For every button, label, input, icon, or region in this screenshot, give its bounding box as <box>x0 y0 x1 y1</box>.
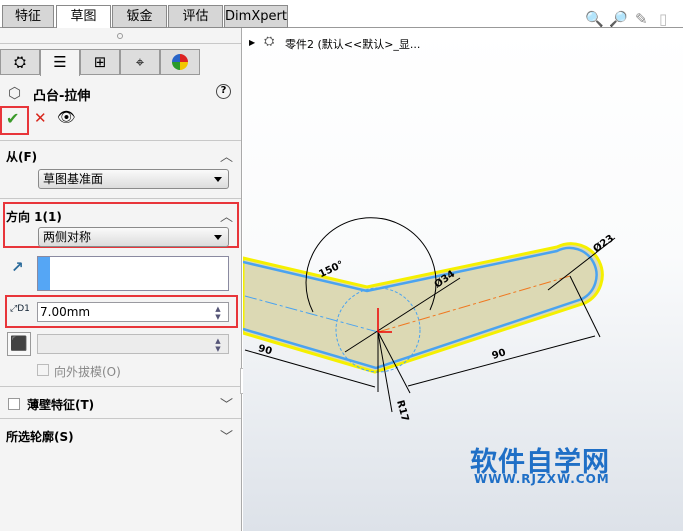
list-icon: ☰ <box>53 53 67 71</box>
collapse-from-chevron-icon[interactable]: ︿ <box>220 146 233 165</box>
tab-feature-manager[interactable]: ⛭ <box>0 49 40 75</box>
crosshair-icon: ⌖ <box>135 53 145 71</box>
previous-view-icon[interactable]: ✎ <box>635 10 648 28</box>
expand-selected-contours-chevron-icon[interactable]: ﹀ <box>220 426 233 445</box>
ok-button[interactable]: ✔ <box>6 109 19 128</box>
model-drawing: 150° Ø34 Ø23 90 90 R17 <box>243 217 616 423</box>
part-icon: ⛭ <box>13 53 26 71</box>
section-view-icon[interactable]: ▯ <box>659 10 667 28</box>
preview-eye-icon[interactable]: 👁 <box>57 108 76 126</box>
watermark-url: WWW.RJZXW.COM <box>474 472 610 486</box>
diameter-end-dimension: Ø23 <box>591 232 616 255</box>
from-select[interactable]: 草图基准面 <box>38 169 229 189</box>
tab-sketch[interactable]: 草图 <box>56 5 111 29</box>
property-manager: ⛭ ☰ ⊞ ⌖ ⬡ 凸台-拉伸 ? ✔ ✕ 👁 从(F) ︿ 草图基准面 方向 … <box>0 28 246 531</box>
color-wheel-icon <box>172 54 188 70</box>
selection-color-bar <box>38 257 50 290</box>
zoom-to-fit-icon[interactable]: 🔍 <box>585 10 604 28</box>
cancel-button[interactable]: ✕ <box>34 109 47 127</box>
thin-feature-checkbox[interactable] <box>8 398 20 410</box>
tab-dimxpert-manager[interactable]: ⌖ <box>120 49 160 75</box>
depth-spinner[interactable]: ▲ ▼ <box>210 305 226 321</box>
tab-dimxpert[interactable]: DimXpert <box>224 5 288 28</box>
zoom-to-area-icon[interactable]: 🔎 <box>609 10 628 28</box>
collapse-direction1-chevron-icon[interactable]: ︿ <box>220 206 233 225</box>
tree-icon: ⊞ <box>93 53 107 71</box>
from-section-label: 从(F) <box>6 150 38 164</box>
expand-thin-feature-chevron-icon[interactable]: ﹀ <box>220 394 233 413</box>
radius-dimension: R17 <box>394 399 410 423</box>
depth-value: 7.00mm <box>40 305 91 319</box>
tab-features[interactable]: 特征 <box>2 5 54 28</box>
dropdown-arrow-icon <box>214 235 222 240</box>
splitter-handle[interactable] <box>117 33 123 39</box>
tab-display-manager[interactable] <box>160 49 200 75</box>
direction1-label: 方向 1(1) <box>6 210 62 224</box>
draft-angle-input[interactable]: ▲ ▼ <box>37 334 229 354</box>
selected-contours-label: 所选轮廓(S) <box>6 430 74 444</box>
help-icon[interactable]: ? <box>216 84 231 99</box>
feature-title: 凸台-拉伸 <box>33 89 91 104</box>
command-manager-tabs: 特征 草图 钣金 评估 DimXpert <box>0 0 683 29</box>
draft-angle-spinner[interactable]: ▲ ▼ <box>210 337 226 353</box>
draft-outward-label: 向外拔模(O) <box>54 365 121 379</box>
length-left-dimension: 90 <box>257 343 273 357</box>
end-condition-value: 两侧对称 <box>43 230 92 244</box>
direction-reference-box[interactable] <box>37 256 229 291</box>
tab-evaluate[interactable]: 评估 <box>168 5 223 28</box>
end-condition-select[interactable]: 两侧对称 <box>38 227 229 247</box>
tab-sheet-metal[interactable]: 钣金 <box>112 5 167 28</box>
draft-toggle-button[interactable]: ⬛ <box>7 332 31 356</box>
angle-dimension: 150° <box>317 259 345 280</box>
direction-arrow-icon[interactable]: ↗ <box>11 258 24 276</box>
tab-property-manager[interactable]: ☰ <box>40 49 80 76</box>
draft-outward-checkbox[interactable] <box>37 364 49 376</box>
tab-configuration-manager[interactable]: ⊞ <box>80 49 120 75</box>
dropdown-arrow-icon <box>214 177 222 182</box>
extrude-icon: ⬡ <box>8 84 22 102</box>
depth-input[interactable]: 7.00mm ▲ ▼ <box>37 302 229 322</box>
from-select-value: 草图基准面 <box>43 172 104 186</box>
thin-feature-label: 薄壁特征(T) <box>27 398 95 412</box>
graphics-area[interactable]: ▶ ⛭ 零件2 (默认<<默认>_显... 🔍 🔎 ✎ ▯ 150° Ø34 Ø… <box>243 10 683 531</box>
depth-dimension-icon: ⤢D1 <box>10 304 30 314</box>
